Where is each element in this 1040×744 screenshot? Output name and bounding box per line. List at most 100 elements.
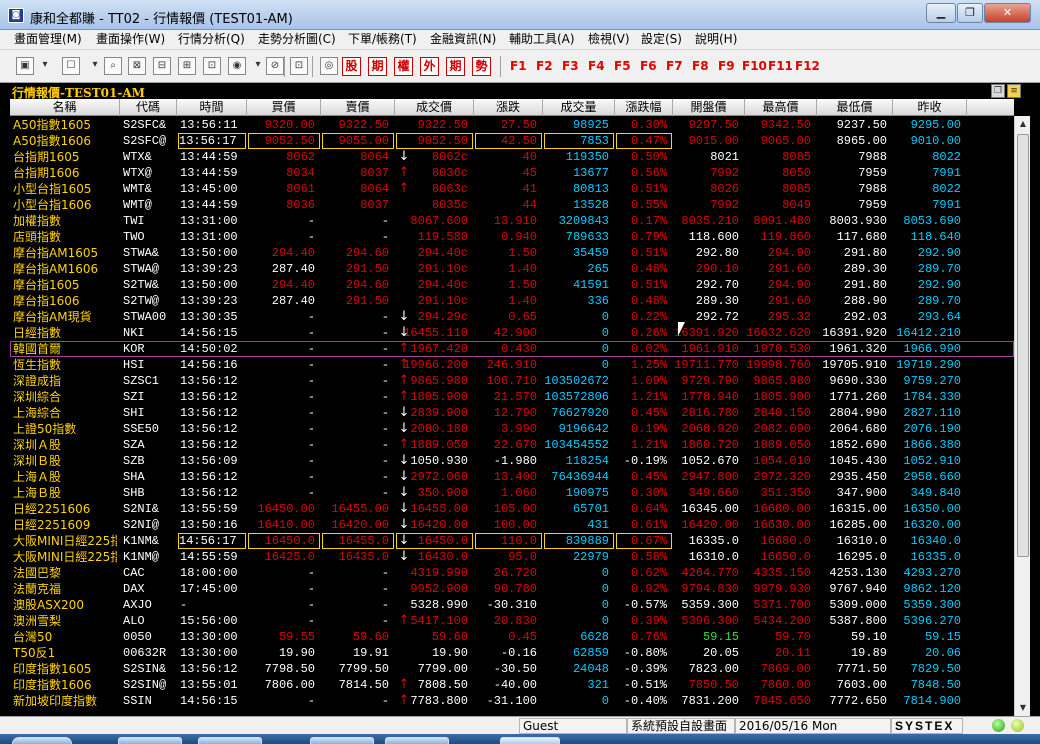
function-key-button[interactable]: F2 — [536, 59, 553, 73]
table-row[interactable]: 摩台指AM現貨 STWA00 13:30:35- -294.29c 0.65 0 0.22%… — [10, 309, 1014, 325]
menu-item[interactable]: 檢視(V) — [588, 30, 630, 49]
dropdown-icon[interactable]: ▾ — [90, 57, 100, 75]
table-row[interactable]: 澳股ASX200 AXJO - - - 5328.990 -30.310 0 -0.57% 535… — [10, 597, 1014, 613]
table-row[interactable]: A50指數1606 S2SFC@ 13:56:17 9052.50 9055.00 905… — [10, 133, 1014, 149]
menu-item[interactable]: 輔助工具(A) — [509, 30, 575, 49]
table-row[interactable]: 日經指數 NKI 14:56:15- -16455.110 42.900 0 0.26% 16… — [10, 325, 1014, 341]
dropdown-icon[interactable]: ▾ — [40, 57, 50, 75]
table-row[interactable]: 上海Ｂ股 SHB 13:56:12- -350.900 1.060 190975 0.30%… — [10, 485, 1014, 501]
function-key-button[interactable]: F7 — [666, 59, 683, 73]
search-icon[interactable]: ⌕ — [104, 57, 122, 75]
table-row[interactable]: 印度指數1605 S2SIN& 13:56:12 7798.50 7799.50 7799… — [10, 661, 1014, 677]
function-key-button[interactable]: F10 — [742, 59, 767, 73]
column-header[interactable]: 時間 — [177, 99, 247, 116]
form-icon[interactable]: ☐ — [62, 57, 80, 75]
table-row[interactable]: 深圳綜合 SZI 13:56:12 - - 1805.900 21.570 103572806… — [10, 389, 1014, 405]
function-key-button[interactable]: F6 — [640, 59, 657, 73]
table-row[interactable]: 加權指數 TWI 13:31:00 - - 8067.600 13.910 3209843 0.… — [10, 213, 1014, 229]
column-header[interactable]: 漲跌幅 — [615, 99, 673, 116]
dropdown-icon[interactable]: ▾ — [253, 57, 263, 75]
minimize-button[interactable]: ▁ — [926, 3, 956, 23]
column-header[interactable]: 昨收 — [893, 99, 967, 116]
column-header[interactable]: 代碼 — [120, 99, 177, 116]
function-key-button[interactable]: F9 — [718, 59, 735, 73]
function-key-button[interactable]: F4 — [588, 59, 605, 73]
maximize-button[interactable]: ❐ — [957, 3, 983, 23]
column-header[interactable]: 開盤價 — [673, 99, 745, 116]
table-row[interactable]: T50反1 00632R 13:30:00 19.90 19.91 19.90 -0.16 6… — [10, 645, 1014, 661]
column-header[interactable]: 賣價 — [321, 99, 395, 116]
function-key-button[interactable]: F1 — [510, 59, 527, 73]
plus-icon[interactable]: ⊞ — [178, 57, 196, 75]
table-row[interactable]: 摩台指1605 S2TW& 13:50:00 294.40 294.60 294.40c 1… — [10, 277, 1014, 293]
table-row[interactable]: 上海Ａ股 SHA 13:56:12- -2972.060 13.400 76436944 0… — [10, 469, 1014, 485]
taskbar-start[interactable] — [12, 737, 72, 744]
menu-item[interactable]: 設定(S) — [641, 30, 682, 49]
menu-item[interactable]: 行情分析(Q) — [178, 30, 245, 49]
function-key-button[interactable]: F12 — [795, 59, 820, 73]
taskbar-item[interactable] — [118, 737, 182, 744]
function-key-button[interactable]: F3 — [562, 59, 579, 73]
column-header[interactable]: 最低價 — [817, 99, 893, 116]
panel-settings-icon[interactable]: ≡ — [1007, 84, 1021, 98]
table-row[interactable]: 印度指數1606 S2SIN@ 13:55:01 7806.00 7814.50 7808… — [10, 677, 1014, 693]
menu-item[interactable]: 畫面操作(W) — [96, 30, 165, 49]
minus-icon[interactable]: ⊟ — [153, 57, 171, 75]
menu-item[interactable]: 金融資訊(N) — [430, 30, 496, 49]
close-button[interactable]: ✕ — [984, 3, 1031, 23]
column-header[interactable]: 成交量 — [543, 99, 615, 116]
menu-item[interactable]: 說明(H) — [695, 30, 737, 49]
column-header[interactable]: 成交價 — [395, 99, 474, 116]
logo-icon[interactable]: ◎ — [320, 57, 338, 75]
restore-panel-icon[interactable]: ❐ — [991, 84, 1005, 98]
layout-icon[interactable]: ▣ — [16, 57, 34, 75]
column-header[interactable]: 最高價 — [745, 99, 817, 116]
market-button[interactable]: 股 — [342, 57, 361, 76]
market-button[interactable]: 期 — [446, 57, 465, 76]
table-row[interactable]: 摩台指AM1605 STWA& 13:50:00 294.40 294.60 294.40… — [10, 245, 1014, 261]
table-row[interactable]: 小型台指1606 WMT@ 13:44:59 8036 8037 8035c 44 13528… — [10, 197, 1014, 213]
table-row[interactable]: 日經2251609 S2NI@ 13:50:16 16410.00 16420.00 16… — [10, 517, 1014, 533]
function-key-button[interactable]: F11 — [768, 59, 793, 73]
market-button[interactable]: 期 — [368, 57, 387, 76]
grid-icon[interactable]: ⊠ — [128, 57, 146, 75]
vertical-scrollbar[interactable]: ▲ ▼ — [1014, 116, 1030, 716]
table-row[interactable]: 店頭指數 TWO 13:31:00 - - 119.580 0.940 789633 0.79%… — [10, 229, 1014, 245]
taskbar-item[interactable] — [310, 737, 374, 744]
print-icon[interactable]: ⊡ — [290, 57, 308, 75]
column-header[interactable]: 漲跌 — [474, 99, 543, 116]
function-key-button[interactable]: F5 — [614, 59, 631, 73]
function-key-button[interactable]: F8 — [692, 59, 709, 73]
table-row[interactable]: 韓國首爾 KOR 14:50:02- -1967.420 0.430 0 0.02% 1961… — [10, 341, 1014, 357]
menu-item[interactable]: 走勢分析圖(C) — [258, 30, 336, 49]
table-row[interactable]: 法國巴黎 CAC 18:00:00 - - 4319.990 26.720 0 0.62% 426… — [10, 565, 1014, 581]
table-row[interactable]: A50指數1605 S2SFC& 13:56:11 9320.00 9322.50 932… — [10, 117, 1014, 133]
link-icon[interactable]: ⊘ — [266, 57, 284, 75]
palette-icon[interactable]: ◉ — [228, 57, 246, 75]
table-row[interactable]: 上證50指數 SSE50 13:56:12- -2080.180 3.990 919664… — [10, 421, 1014, 437]
table-row[interactable]: 台指期1605 WTX& 13:44:59 8062 8064 8062c 40 119350… — [10, 149, 1014, 165]
menu-item[interactable]: 下單/帳務(T) — [348, 30, 417, 49]
table-row[interactable]: 摩台指AM1606 STWA@ 13:39:23 287.40 291.50 291.10… — [10, 261, 1014, 277]
scroll-down-icon[interactable]: ▼ — [1015, 700, 1031, 716]
scroll-thumb[interactable] — [1017, 134, 1029, 557]
table-row[interactable]: 台指期1606 WTX@ 13:44:59 8034 8037 8036c 45 13677 0… — [10, 165, 1014, 181]
table-row[interactable]: 大阪MINI日經225指數 K1NM@ 14:55:59 16425.0 16435.0… — [10, 549, 1014, 565]
menu-item[interactable]: 畫面管理(M) — [14, 30, 82, 49]
scroll-up-icon[interactable]: ▲ — [1015, 116, 1031, 132]
column-header[interactable]: 買價 — [247, 99, 321, 116]
window-icon[interactable]: ⊡ — [203, 57, 221, 75]
taskbar-item[interactable] — [198, 737, 262, 744]
table-row[interactable]: 法蘭克福 DAX 17:45:00 - - 9952.900 90.780 0 0.92% 979… — [10, 581, 1014, 597]
table-row[interactable]: 深圳Ｂ股 SZB 13:56:09- -1050.930 -1.980 118254 -0.… — [10, 453, 1014, 469]
table-row[interactable]: 摩台指1606 S2TW@ 13:39:23 287.40 291.50 291.10c 1… — [10, 293, 1014, 309]
table-row[interactable]: 上海綜合 SHI 13:56:12- -2839.900 12.790 76627920 0… — [10, 405, 1014, 421]
table-row[interactable]: 深證成指 SZSC1 13:56:12 - - 9865.980 106.710 103502… — [10, 373, 1014, 389]
table-row[interactable]: 澳洲雪梨 ALO 15:56:00- -5417.100 20.830 0 0.39% 539… — [10, 613, 1014, 629]
table-row[interactable]: 大阪MINI日經225指數 K1NM&14:56:1716450.016455.0… — [10, 533, 1014, 549]
market-button[interactable]: 勢 — [472, 57, 491, 76]
column-header[interactable]: 名稱 — [10, 99, 120, 116]
table-row[interactable]: 小型台指1605 WMT& 13:45:00 8061 8064 8063c 41 80813… — [10, 181, 1014, 197]
taskbar-item[interactable] — [500, 737, 560, 744]
table-row[interactable]: 台灣50 0050 13:30:00 59.55 59.60 59.60 0.45 6628 0… — [10, 629, 1014, 645]
